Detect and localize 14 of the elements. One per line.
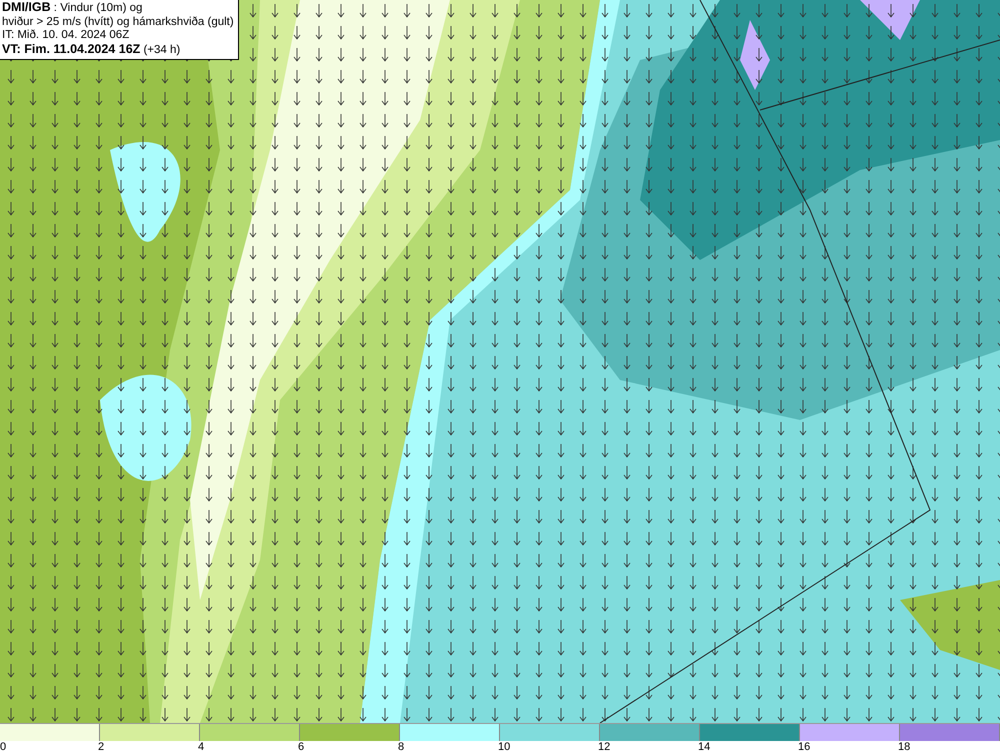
info-line: IT: Mið. 10. 04. 2024 06Z <box>2 29 130 42</box>
scale-label: 8 <box>398 741 404 753</box>
scale-label: 12 <box>598 741 610 753</box>
scale-label: 10 <box>498 741 510 753</box>
scale-label: 6 <box>298 741 304 753</box>
scale-label: 18 <box>898 741 910 753</box>
info-line: VT: Fim. 11.04.2024 16Z (+34 h) <box>2 42 182 57</box>
scale-label: 0 <box>0 741 6 753</box>
scale-label: 4 <box>198 741 204 753</box>
info-line: DMI/IGB : Vindur (10m) og <box>2 1 144 16</box>
scale-label: 2 <box>98 741 104 753</box>
scale-label: 16 <box>798 741 810 753</box>
info-line: hviður > 25 m/s (hvítt) og hámarkshviða (gult) <box>2 16 234 29</box>
scale-label: 14 <box>698 741 710 753</box>
